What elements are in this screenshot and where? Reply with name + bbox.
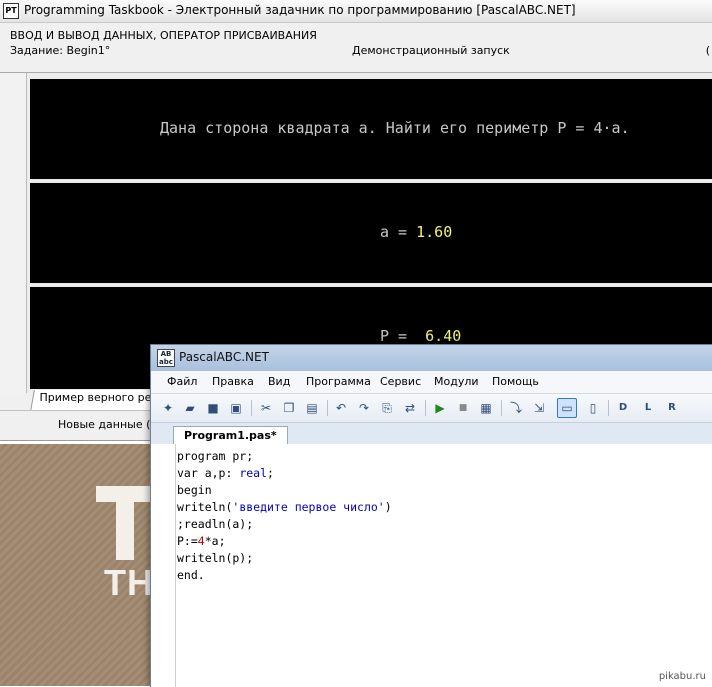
open-folder-icon[interactable]: ▰ (181, 399, 199, 417)
menu-bar: Файл Правка Вид Программа Сервис Модули … (151, 371, 712, 394)
code-line-1: program pr; (177, 449, 254, 463)
output-value: 6.40 (416, 327, 462, 345)
toolbar-separator (251, 400, 252, 416)
toolbar-separator (501, 400, 502, 416)
debug-step-icon[interactable]: ⤵ (507, 399, 525, 417)
code-line-7: writeln(p); (177, 551, 254, 565)
input-data-line: a = 1.60 (380, 223, 452, 241)
taskbook-l-icon[interactable]: L (639, 399, 657, 417)
code-token: var a,p: (177, 466, 240, 480)
input-label: a = (380, 223, 417, 241)
copy-icon[interactable]: ❐ (280, 399, 298, 417)
output-data-line: P = 6.40 (380, 327, 461, 345)
tab-program1[interactable]: Program1.pas* (173, 426, 288, 445)
toolbar-separator (608, 400, 609, 416)
toolbar-separator (327, 400, 328, 416)
menu-help[interactable]: Помощь (492, 375, 539, 388)
debug-step-over-icon[interactable]: ⇲ (530, 399, 548, 417)
wallpaper-logo (96, 486, 154, 560)
taskbook-title: Programming Taskbook - Электронный задач… (24, 3, 576, 17)
code-line-5: ;readln(a); (177, 517, 254, 531)
code-line-4: writeln('введите первое число') (177, 499, 392, 516)
editor-tabs: Program1.pas* (151, 423, 712, 446)
undo-icon[interactable]: ↶ (332, 399, 350, 417)
menu-edit[interactable]: Правка (212, 375, 254, 388)
pascalabc-window: AB abc PascalABC.NET Файл Правка Вид Про… (150, 344, 712, 687)
code-token-number: 4 (197, 534, 205, 548)
compile-icon[interactable]: ▦ (477, 399, 495, 417)
taskbook-r-icon[interactable]: R (663, 399, 681, 417)
editor-gutter (151, 444, 176, 687)
wallpaper-text: TH (104, 562, 154, 603)
header-edge-label: ( (705, 44, 710, 57)
redo-icon[interactable]: ↷ (355, 399, 373, 417)
pascalabc-titlebar[interactable]: AB abc PascalABC.NET (151, 345, 712, 371)
code-line-2: var a,p: real; (177, 465, 392, 482)
pascalabc-title: PascalABC.NET (179, 350, 269, 364)
code-token-string: 'введите первое число' (232, 500, 385, 514)
code-line-8: end. (177, 568, 205, 582)
toolbar-separator (425, 400, 426, 416)
taskbook-d-icon[interactable]: D (614, 399, 632, 417)
menu-view[interactable]: Вид (268, 375, 290, 388)
code-line-6: P:=4*a; (177, 533, 392, 550)
task-topic: ВВОД И ВЫВОД ДАННЫХ, ОПЕРАТОР ПРИСВАИВАН… (10, 29, 317, 42)
code-token: *a; (204, 534, 226, 548)
watermark: pikabu.ru (658, 671, 706, 682)
save-icon[interactable]: ■ (204, 399, 222, 417)
code-token: ; (267, 466, 274, 480)
taskbook-left-strip (0, 73, 27, 393)
run-mode-label: Демонстрационный запуск (352, 44, 510, 57)
menu-service[interactable]: Сервис (380, 375, 421, 388)
replace-icon[interactable]: ⇄ (401, 399, 419, 417)
pascalabc-app-icon: AB abc (157, 349, 175, 367)
console-icon[interactable]: ▭ (557, 398, 577, 418)
menu-program[interactable]: Программа (306, 375, 371, 388)
menu-modules[interactable]: Модули (434, 375, 479, 388)
input-value: 1.60 (416, 223, 453, 241)
toolbar: ✦ ▰ ■ ▣ ✂ ❐ ▤ ↶ ↷ ⎘ ⇄ ▶ ■ ▦ ⤵ ⇲ ▭ ▯ D L … (151, 394, 712, 423)
code-token: ) (384, 500, 392, 514)
task-description-panel: Дана сторона квадрата a. Найти его перим… (30, 79, 712, 179)
code-text[interactable]: program pr; var a,p: real; begin writeln… (177, 448, 392, 584)
cut-icon[interactable]: ✂ (257, 399, 275, 417)
stop-icon[interactable]: ■ (454, 399, 472, 417)
menu-file[interactable]: Файл (167, 375, 197, 388)
output-window-icon[interactable]: ▯ (584, 399, 602, 417)
code-token-type: real (239, 466, 268, 480)
save-all-icon[interactable]: ▣ (227, 399, 245, 417)
code-token: P:= (177, 534, 198, 548)
paste-icon[interactable]: ▤ (303, 399, 321, 417)
taskbook-app-icon: PT (3, 3, 19, 19)
task-id: Задание: Begin1° (10, 44, 111, 57)
code-editor[interactable]: program pr; var a,p: real; begin writeln… (151, 444, 712, 687)
output-label: P = (380, 327, 417, 345)
new-file-icon[interactable]: ✦ (159, 399, 177, 417)
find-icon[interactable]: ⎘ (378, 399, 396, 417)
taskbook-header: ВВОД И ВЫВОД ДАННЫХ, ОПЕРАТОР ПРИСВАИВАН… (0, 23, 712, 73)
taskbook-titlebar[interactable]: PT Programming Taskbook - Электронный за… (0, 0, 712, 23)
code-line-3: begin (177, 483, 212, 497)
input-data-panel: a = 1.60 (30, 183, 712, 283)
code-token: writeln( (177, 500, 233, 514)
run-icon[interactable]: ▶ (431, 399, 449, 417)
task-description-text: Дана сторона квадрата a. Найти его перим… (160, 119, 630, 137)
